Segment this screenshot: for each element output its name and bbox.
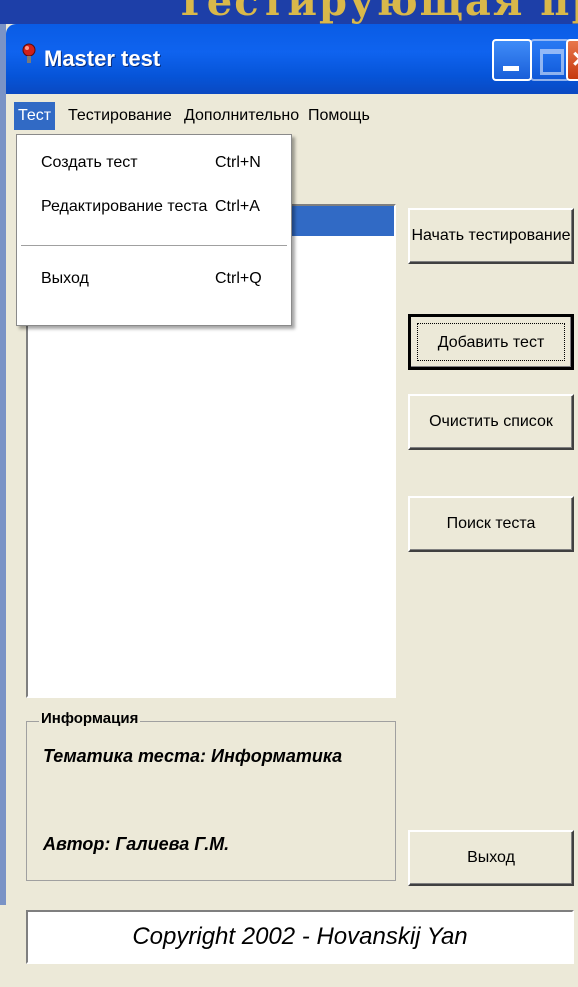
test-topic: Тематика теста: Информатика (43, 746, 343, 766)
menu-help[interactable]: Помощь (304, 102, 374, 130)
exit-label: Выход (467, 849, 515, 866)
menu-edit-test-shortcut: Ctrl+A (215, 198, 260, 215)
menu-create-test-label: Создать тест (41, 154, 138, 171)
find-test-button[interactable]: Поиск теста (408, 496, 574, 552)
menu-edit-test-label: Редактирование теста (41, 198, 208, 215)
exit-button[interactable]: Выход (408, 830, 574, 886)
menu-bar: Тест Тестирование Дополнительно Помощь (6, 94, 578, 134)
start-testing-button[interactable]: Начать тестирование (408, 208, 574, 264)
window-title: Master test (44, 46, 161, 71)
test-menu-dropdown: Создать тест Ctrl+N Редактирование теста… (16, 134, 292, 326)
copyright-box: Copyright 2002 - Hovanskij Yan (26, 910, 574, 964)
slide-title-text: Тестирующая программа (175, 0, 578, 24)
info-legend: Информация (39, 710, 141, 727)
menu-separator (21, 245, 287, 246)
title-bar[interactable]: Master test × (6, 24, 578, 94)
menu-create-test[interactable]: Создать тест Ctrl+N (17, 147, 291, 179)
menu-additional[interactable]: Дополнительно (180, 102, 303, 130)
copyright-text: Copyright 2002 - Hovanskij Yan (132, 923, 468, 950)
menu-create-test-shortcut: Ctrl+N (215, 154, 261, 171)
maximize-button[interactable] (530, 39, 570, 81)
menu-test[interactable]: Тест (14, 102, 56, 130)
add-test-button[interactable]: Добавить тест (408, 314, 574, 370)
test-author: Автор: Галиева Г.М. (43, 834, 230, 854)
menu-exit-shortcut: Ctrl+Q (215, 270, 262, 287)
slide-background-header: Тестирующая программа (0, 0, 578, 24)
menu-edit-test[interactable]: Редактирование теста Ctrl+A (17, 191, 291, 223)
app-icon (22, 43, 36, 63)
find-test-label: Поиск теста (446, 515, 536, 532)
clear-list-label: Очистить список (429, 413, 553, 430)
clear-list-button[interactable]: Очистить список (408, 394, 574, 450)
close-button[interactable]: × (566, 39, 578, 81)
minimize-button[interactable] (492, 39, 532, 81)
master-test-window: Master test × Тест Тестирование Дополнит… (6, 24, 578, 987)
start-testing-label: Начать тестирование (411, 227, 571, 244)
menu-testing[interactable]: Тестирование (64, 102, 176, 130)
menu-exit[interactable]: Выход Ctrl+Q (17, 263, 291, 295)
info-groupbox: Информация Тематика теста: Информатика А… (26, 710, 396, 881)
close-icon: × (572, 43, 578, 75)
maximize-icon (540, 49, 564, 75)
focus-rectangle (417, 323, 565, 361)
menu-exit-label: Выход (41, 270, 89, 287)
minimize-icon (503, 66, 519, 71)
